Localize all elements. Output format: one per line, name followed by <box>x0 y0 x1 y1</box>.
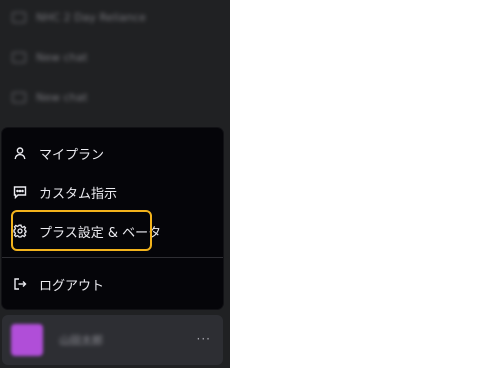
more-options-icon[interactable]: ··· <box>197 332 211 346</box>
menu-divider <box>2 257 223 258</box>
chat-bubble-icon <box>12 11 26 23</box>
message-square-icon <box>13 185 27 199</box>
profile-name: 山田太郎 <box>59 334 103 347</box>
menu-item-logout[interactable]: ログアウト <box>2 265 223 303</box>
menu-item-my-plan[interactable]: マイプラン <box>2 134 223 172</box>
menu-item-custom-instructions[interactable]: カスタム指示 <box>2 173 223 211</box>
chat-bubble-icon <box>12 51 26 63</box>
menu-item-label: ログアウト <box>39 278 105 294</box>
user-icon <box>13 146 27 160</box>
chat-bubble-icon <box>12 91 26 103</box>
history-item[interactable]: New chat <box>6 83 224 111</box>
logout-icon <box>13 277 27 291</box>
history-item[interactable]: New chat <box>6 43 224 71</box>
menu-item-label: カスタム指示 <box>39 186 118 202</box>
avatar <box>11 324 43 356</box>
menu-item-label: マイプラン <box>39 147 105 163</box>
sidebar: NHC 2 Day Reliance New chat New chat マイプ… <box>0 0 230 368</box>
account-menu: マイプラン カスタム指示 プラス設定 & ベータ ログアウト <box>2 128 223 309</box>
highlight-outline <box>11 210 152 251</box>
history-item-label: New chat <box>36 50 88 64</box>
history-item-label: New chat <box>36 90 88 104</box>
profile-button[interactable]: 山田太郎 ··· <box>2 315 223 365</box>
history-item[interactable]: NHC 2 Day Reliance <box>6 3 224 31</box>
history-item-label: NHC 2 Day Reliance <box>36 10 146 24</box>
